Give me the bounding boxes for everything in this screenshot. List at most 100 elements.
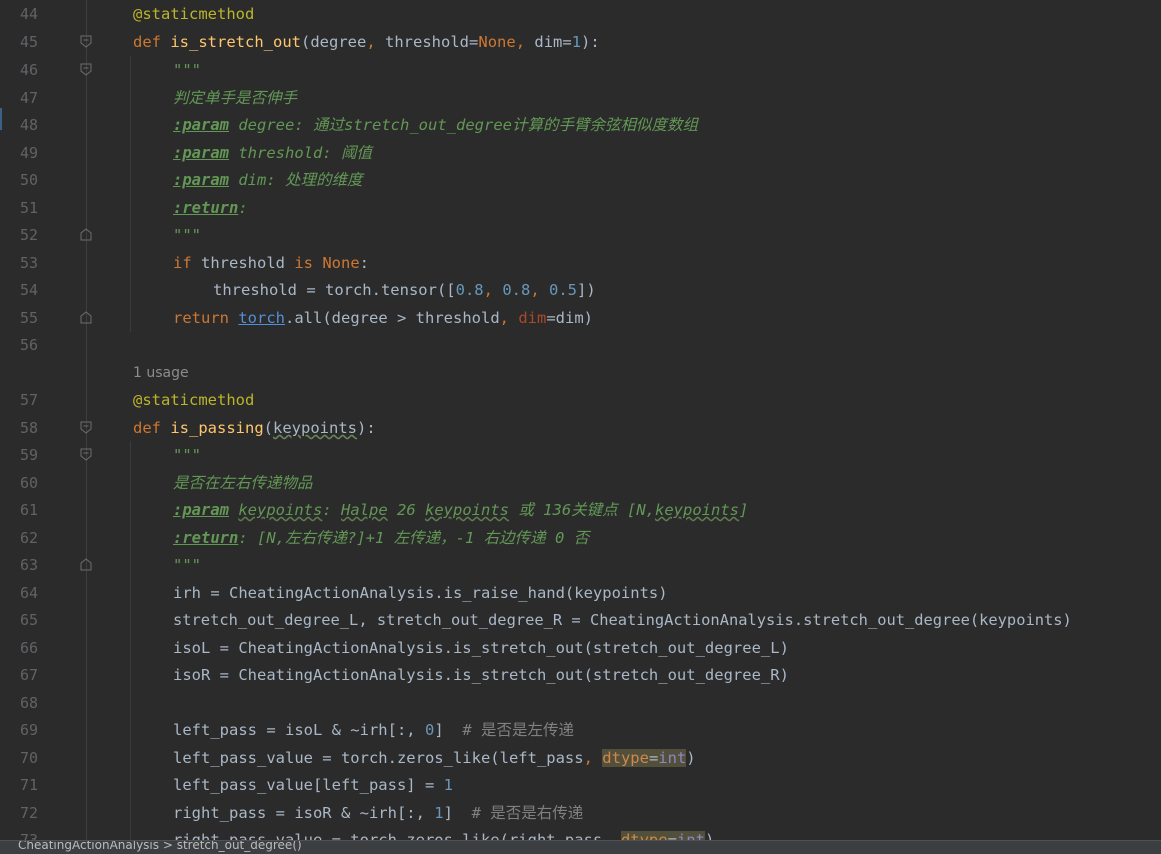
code-line[interactable]: 58 def is_passing(keypoints): bbox=[0, 414, 1161, 442]
comment: # 是否是左传递 bbox=[462, 721, 574, 739]
code-line[interactable]: 51 :return: bbox=[0, 194, 1161, 222]
code-line[interactable]: 55 return torch.all(degree > threshold, … bbox=[0, 304, 1161, 332]
number: 0.8 bbox=[502, 281, 531, 299]
breadcrumb[interactable]: CheatingActionAnalysis > stretch_out_deg… bbox=[18, 841, 306, 852]
docstring: ] bbox=[739, 501, 749, 519]
docstring: keypoints bbox=[425, 501, 510, 519]
code-text: right_pass = isoR & ~irh[:, bbox=[173, 804, 435, 822]
line-number: 72 bbox=[19, 804, 38, 822]
keyword: return bbox=[173, 309, 229, 327]
doc-param-name: keypoints bbox=[238, 501, 323, 519]
code-line[interactable]: 66 isoL = CheatingActionAnalysis.is_stre… bbox=[0, 634, 1161, 662]
keyword: is bbox=[294, 254, 313, 272]
doc-param-name: degree bbox=[238, 116, 295, 134]
code-line[interactable]: 56 bbox=[0, 331, 1161, 359]
code-line[interactable]: 60 是否在左右传递物品 bbox=[0, 469, 1161, 497]
code-line[interactable]: 71 left_pass_value[left_pass] = 1 bbox=[0, 771, 1161, 799]
code-line[interactable]: 65 stretch_out_degree_L, stretch_out_deg… bbox=[0, 606, 1161, 634]
line-number: 47 bbox=[19, 89, 38, 107]
code-editor[interactable]: 44 @staticmethod 45 def is_stretch_out(d… bbox=[0, 0, 1161, 840]
line-number: 71 bbox=[19, 776, 38, 794]
param: keypoints bbox=[273, 419, 358, 437]
code-line[interactable]: 63 """ bbox=[0, 551, 1161, 579]
fold-open-icon[interactable] bbox=[80, 63, 92, 76]
fold-end-icon[interactable] bbox=[80, 228, 92, 241]
punct: ) bbox=[704, 831, 715, 840]
fold-open-icon[interactable] bbox=[80, 421, 92, 434]
docstring: """ bbox=[173, 556, 201, 574]
line-number: 64 bbox=[19, 584, 38, 602]
line-number: 63 bbox=[19, 556, 38, 574]
docstring: 26 bbox=[387, 501, 426, 519]
named-arg: dtype bbox=[620, 831, 668, 840]
inlay-usage-hint[interactable]: 1 usage bbox=[0, 359, 1161, 387]
code-line[interactable]: 67 isoR = CheatingActionAnalysis.is_stre… bbox=[0, 661, 1161, 689]
line-number: 68 bbox=[19, 694, 38, 712]
fold-open-icon[interactable] bbox=[80, 448, 92, 461]
code-line[interactable]: 69 left_pass = isoL & ~irh[:, 0] # 是否是左传… bbox=[0, 716, 1161, 744]
punct: ): bbox=[581, 33, 600, 51]
code-text: ] bbox=[443, 804, 472, 822]
line-number: 67 bbox=[19, 666, 38, 684]
code-line[interactable]: 45 def is_stretch_out(degree, threshold=… bbox=[0, 28, 1161, 56]
code-line[interactable]: 53 if threshold is None: bbox=[0, 249, 1161, 277]
module-link[interactable]: torch bbox=[238, 309, 285, 327]
doc-tag: :param bbox=[173, 116, 229, 134]
code-line[interactable]: 72 right_pass = isoR & ~irh[:, 1] # 是否是右… bbox=[0, 799, 1161, 827]
punct: ) bbox=[686, 749, 696, 767]
number: 0.8 bbox=[455, 281, 484, 299]
named-arg: dtype bbox=[602, 749, 649, 767]
keyword: None bbox=[322, 254, 360, 272]
builtin: int bbox=[658, 749, 687, 767]
doc-param-name: dim bbox=[238, 171, 267, 189]
number: 0 bbox=[424, 721, 435, 739]
docstring: : 处理的维度 bbox=[266, 171, 363, 189]
code-line[interactable]: 68 bbox=[0, 689, 1161, 717]
usage-count[interactable]: 1 usage bbox=[133, 359, 189, 387]
doc-tag: :param bbox=[173, 171, 229, 189]
code-line[interactable]: 62 :return: [N,左右传递?]+1 左传递，-1 右边传递 0 否 bbox=[0, 524, 1161, 552]
operator: = bbox=[469, 33, 479, 51]
code-line[interactable]: 50 :param dim: 处理的维度 bbox=[0, 166, 1161, 194]
code-text: left_pass_value[left_pass] = bbox=[173, 776, 444, 794]
keyword: def bbox=[133, 419, 161, 437]
fold-open-icon[interactable] bbox=[80, 35, 92, 48]
code-line[interactable]: 73 right_pass_value = torch.zeros_like(r… bbox=[0, 826, 1161, 840]
docstring: """ bbox=[173, 226, 201, 244]
code-line[interactable]: 47 判定单手是否伸手 bbox=[0, 84, 1161, 112]
code-text: irh = CheatingActionAnalysis.is_raise_ha… bbox=[173, 584, 668, 602]
line-number: 55 bbox=[19, 309, 38, 327]
code-line[interactable]: 54 threshold = torch.tensor([0.8, 0.8, 0… bbox=[0, 276, 1161, 304]
line-number: 58 bbox=[19, 419, 38, 437]
param: threshold bbox=[385, 33, 470, 51]
line-number: 62 bbox=[19, 529, 38, 547]
fold-end-icon[interactable] bbox=[80, 311, 92, 324]
code-line[interactable]: 48 :param degree: 通过stretch_out_degree计算… bbox=[0, 111, 1161, 139]
docstring: : 通过stretch_out_degree计算的手臂余弦相似度数组 bbox=[294, 116, 698, 134]
code-line[interactable]: 70 left_pass_value = torch.zeros_like(le… bbox=[0, 744, 1161, 772]
comment: # 是否是右传递 bbox=[471, 804, 584, 822]
code-line[interactable]: 44 @staticmethod bbox=[0, 0, 1161, 28]
keyword: if bbox=[173, 254, 192, 272]
breadcrumb-bar[interactable]: CheatingActionAnalysis > stretch_out_deg… bbox=[0, 840, 1161, 854]
punct: ): bbox=[357, 419, 376, 437]
code-line[interactable]: 59 """ bbox=[0, 441, 1161, 469]
code-line[interactable]: 57 @staticmethod bbox=[0, 386, 1161, 414]
docstring: 判定单手是否伸手 bbox=[173, 89, 298, 107]
code-line[interactable]: 64 irh = CheatingActionAnalysis.is_raise… bbox=[0, 579, 1161, 607]
line-number: 45 bbox=[19, 33, 38, 51]
code-line[interactable]: 61 :param keypoints: Halpe 26 keypoints … bbox=[0, 496, 1161, 524]
decorator: @staticmethod bbox=[133, 5, 255, 23]
docstring: 是否在左右传递物品 bbox=[173, 474, 313, 492]
fold-end-icon[interactable] bbox=[80, 558, 92, 571]
code-text: left_pass_value = torch.zeros_like(left_… bbox=[173, 749, 584, 767]
code-line[interactable]: 52 """ bbox=[0, 221, 1161, 249]
punct: ]) bbox=[576, 281, 596, 299]
line-number: 73 bbox=[19, 831, 38, 840]
code-line[interactable]: 49 :param threshold: 阈值 bbox=[0, 139, 1161, 167]
line-number: 57 bbox=[19, 391, 38, 409]
docstring: Halpe bbox=[341, 501, 388, 519]
line-number: 48 bbox=[19, 116, 38, 134]
code-line[interactable]: 46 """ bbox=[0, 56, 1161, 84]
docstring: keypoints bbox=[655, 501, 740, 519]
